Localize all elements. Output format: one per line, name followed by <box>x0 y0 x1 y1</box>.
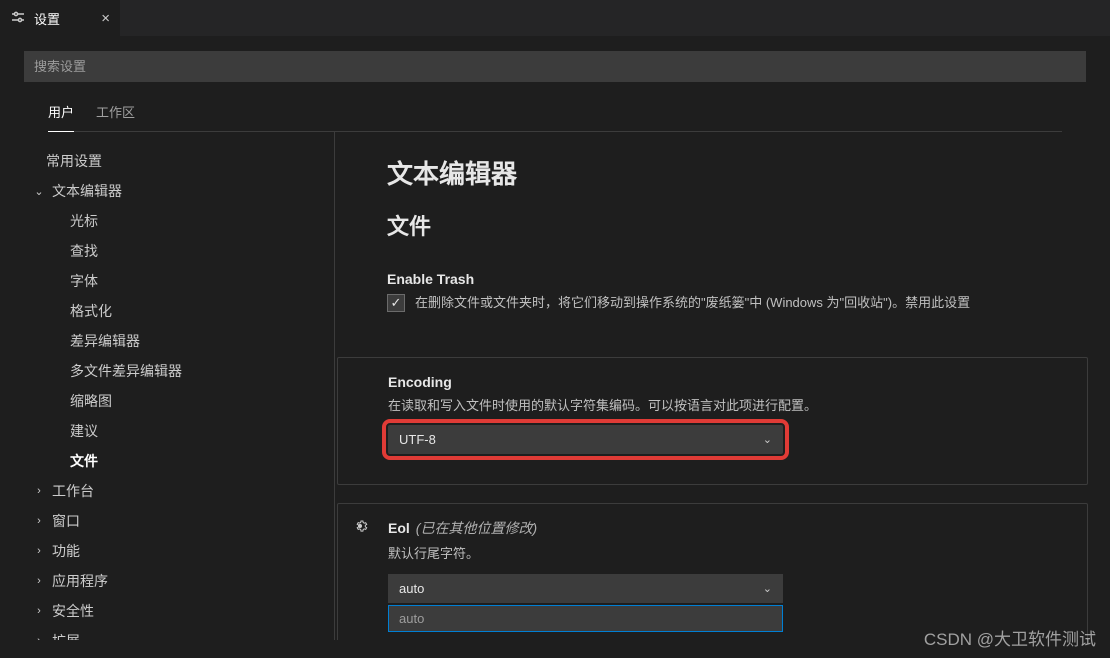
chevron-down-icon: ⌄ <box>32 185 46 198</box>
editor-tab-bar: 设置 × <box>0 0 1110 37</box>
section-title: 文本编辑器 <box>387 154 1110 191</box>
select-value: UTF-8 <box>399 432 436 447</box>
chevron-right-icon: › <box>32 515 46 527</box>
setting-enable-trash: Enable Trash ✓ 在删除文件或文件夹时，将它们移动到操作系统的"废纸… <box>387 271 1110 323</box>
toc-item-diff[interactable]: 差异编辑器 <box>24 326 334 356</box>
settings-icon <box>10 9 26 28</box>
setting-description: 在读取和写入文件时使用的默认字符集编码。可以按语言对此项进行配置。 <box>388 396 1071 416</box>
chevron-right-icon: › <box>32 545 46 557</box>
toc-item-common[interactable]: 常用设置 <box>24 146 334 176</box>
sub-section-title: 文件 <box>387 209 1110 241</box>
setting-label: Encoding <box>388 374 1071 390</box>
setting-description: 在删除文件或文件夹时，将它们移动到操作系统的"废纸篓"中 (Windows 为"… <box>415 293 970 313</box>
scope-tab-user[interactable]: 用户 <box>48 102 74 132</box>
settings-toc: 常用设置 ⌄文本编辑器 光标 查找 字体 格式化 差异编辑器 多文件差异编辑器 … <box>0 132 335 640</box>
toc-item-font[interactable]: 字体 <box>24 266 334 296</box>
encoding-select[interactable]: UTF-8 ⌄ <box>388 425 783 454</box>
toc-item-format[interactable]: 格式化 <box>24 296 334 326</box>
setting-label: Eol(已在其他位置修改) <box>388 518 1071 538</box>
toc-item-application[interactable]: ›应用程序 <box>24 566 334 596</box>
chevron-down-icon: ⌄ <box>763 433 772 446</box>
settings-content: 文本编辑器 文件 Enable Trash ✓ 在删除文件或文件夹时，将它们移动… <box>335 132 1110 640</box>
chevron-down-icon: ⌄ <box>763 582 772 595</box>
toc-item-features[interactable]: ›功能 <box>24 536 334 566</box>
setting-description: 默认行尾字符。 <box>388 544 1071 564</box>
toc-item-find[interactable]: 查找 <box>24 236 334 266</box>
gear-icon[interactable] <box>352 518 368 538</box>
toc-item-text-editor[interactable]: ⌄文本编辑器 <box>24 176 334 206</box>
tab-title: 设置 <box>34 9 60 28</box>
toc-item-workbench[interactable]: ›工作台 <box>24 476 334 506</box>
setting-eol: Eol(已在其他位置修改) 默认行尾字符。 auto ⌄ auto <box>337 503 1088 640</box>
toc-item-multidiff[interactable]: 多文件差异编辑器 <box>24 356 334 386</box>
toc-item-security[interactable]: ›安全性 <box>24 596 334 626</box>
toc-item-cursor[interactable]: 光标 <box>24 206 334 236</box>
toc-item-suggest[interactable]: 建议 <box>24 416 334 446</box>
settings-tab[interactable]: 设置 × <box>0 0 120 37</box>
scope-tab-workspace[interactable]: 工作区 <box>96 102 135 131</box>
modified-badge: (已在其他位置修改) <box>416 520 537 536</box>
tab-bar-empty <box>120 0 1110 37</box>
toc-item-minimap[interactable]: 缩略图 <box>24 386 334 416</box>
chevron-right-icon: › <box>32 575 46 587</box>
setting-label: Enable Trash <box>387 271 1110 287</box>
toc-item-window[interactable]: ›窗口 <box>24 506 334 536</box>
eol-select[interactable]: auto ⌄ <box>388 574 783 603</box>
close-icon[interactable]: × <box>101 10 110 27</box>
chevron-right-icon: › <box>32 485 46 497</box>
chevron-right-icon: › <box>32 605 46 617</box>
chevron-right-icon: › <box>32 635 46 640</box>
select-value: auto <box>399 581 424 596</box>
eol-option-auto[interactable]: auto <box>388 605 783 632</box>
settings-search-input[interactable] <box>24 51 1086 82</box>
toc-item-extensions[interactable]: ›扩展 <box>24 626 334 640</box>
enable-trash-checkbox[interactable]: ✓ <box>387 294 405 312</box>
toc-item-files[interactable]: 文件 <box>24 446 334 476</box>
scope-tabs: 用户 工作区 <box>48 90 1062 132</box>
setting-encoding: Encoding 在读取和写入文件时使用的默认字符集编码。可以按语言对此项进行配… <box>337 357 1088 486</box>
